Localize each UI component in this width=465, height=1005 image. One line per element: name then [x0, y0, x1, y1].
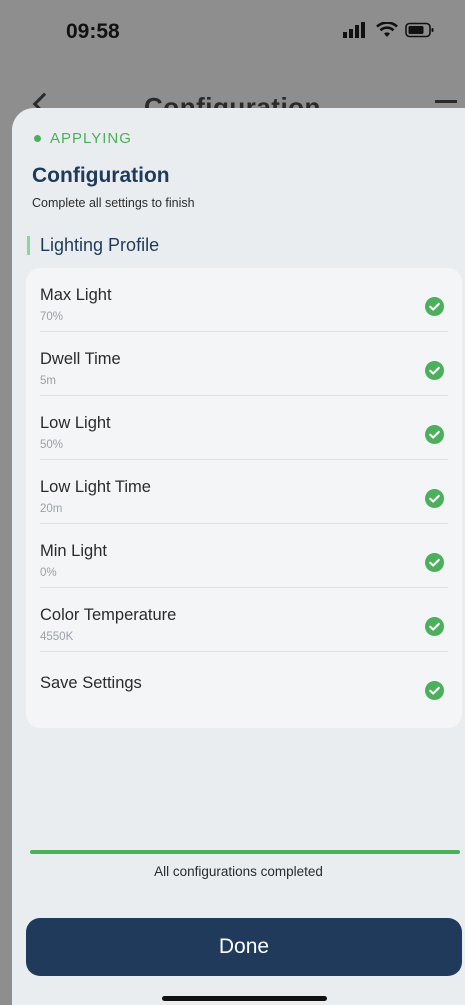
- status-bar: 09:58: [0, 0, 465, 70]
- sheet-subtitle: Complete all settings to finish: [32, 196, 195, 210]
- item-label: Dwell Time: [40, 350, 121, 368]
- configuration-sheet: APPLYING Configuration Complete all sett…: [12, 108, 465, 1005]
- list-item-min-light: Min Light 0%: [40, 524, 448, 588]
- list-item-low-light-time: Low Light Time 20m: [40, 460, 448, 524]
- item-value: 5m: [40, 375, 56, 387]
- battery-icon: [405, 22, 434, 38]
- section-label: Lighting Profile: [40, 235, 160, 255]
- status-indicator: APPLYING: [34, 130, 132, 147]
- section-header: Lighting Profile: [27, 235, 159, 256]
- item-label: Low Light Time: [40, 478, 151, 496]
- list-item-color-temperature: Color Temperature 4550K: [40, 588, 448, 652]
- list-item-dwell-time: Dwell Time 5m: [40, 332, 448, 396]
- status-time: 09:58: [66, 20, 120, 43]
- check-circle-icon: [425, 297, 444, 316]
- signal-icon: [343, 22, 365, 38]
- progress-text: All configurations completed: [154, 864, 323, 879]
- list-item-save-settings: Save Settings: [40, 652, 448, 716]
- progress-bar: [30, 850, 460, 854]
- status-dot-icon: [34, 135, 41, 142]
- list-item-max-light: Max Light 70%: [40, 268, 448, 332]
- check-circle-icon: [425, 681, 444, 700]
- check-circle-icon: [425, 617, 444, 636]
- status-icons: [343, 22, 435, 38]
- status-label: APPLYING: [50, 130, 132, 147]
- settings-list: Max Light 70% Dwell Time 5m Low Light 50…: [26, 268, 462, 728]
- item-label: Max Light: [40, 286, 112, 304]
- check-circle-icon: [425, 553, 444, 572]
- check-circle-icon: [425, 425, 444, 444]
- item-label: Low Light: [40, 414, 111, 432]
- item-label: Min Light: [40, 542, 107, 560]
- progress-fill: [30, 850, 460, 854]
- check-circle-icon: [425, 361, 444, 380]
- done-button[interactable]: Done: [26, 918, 462, 976]
- item-value: 20m: [40, 503, 63, 515]
- list-item-low-light: Low Light 50%: [40, 396, 448, 460]
- home-indicator: [162, 996, 327, 1001]
- section-accent-bar: [27, 236, 30, 255]
- item-value: 70%: [40, 311, 64, 323]
- wifi-icon: [376, 22, 398, 37]
- item-value: 0%: [40, 567, 57, 579]
- item-value: 4550K: [40, 631, 74, 643]
- item-value: 50%: [40, 439, 64, 451]
- sheet-title: Configuration: [32, 164, 170, 187]
- item-label: Color Temperature: [40, 606, 177, 624]
- check-circle-icon: [425, 489, 444, 508]
- item-label: Save Settings: [40, 674, 142, 692]
